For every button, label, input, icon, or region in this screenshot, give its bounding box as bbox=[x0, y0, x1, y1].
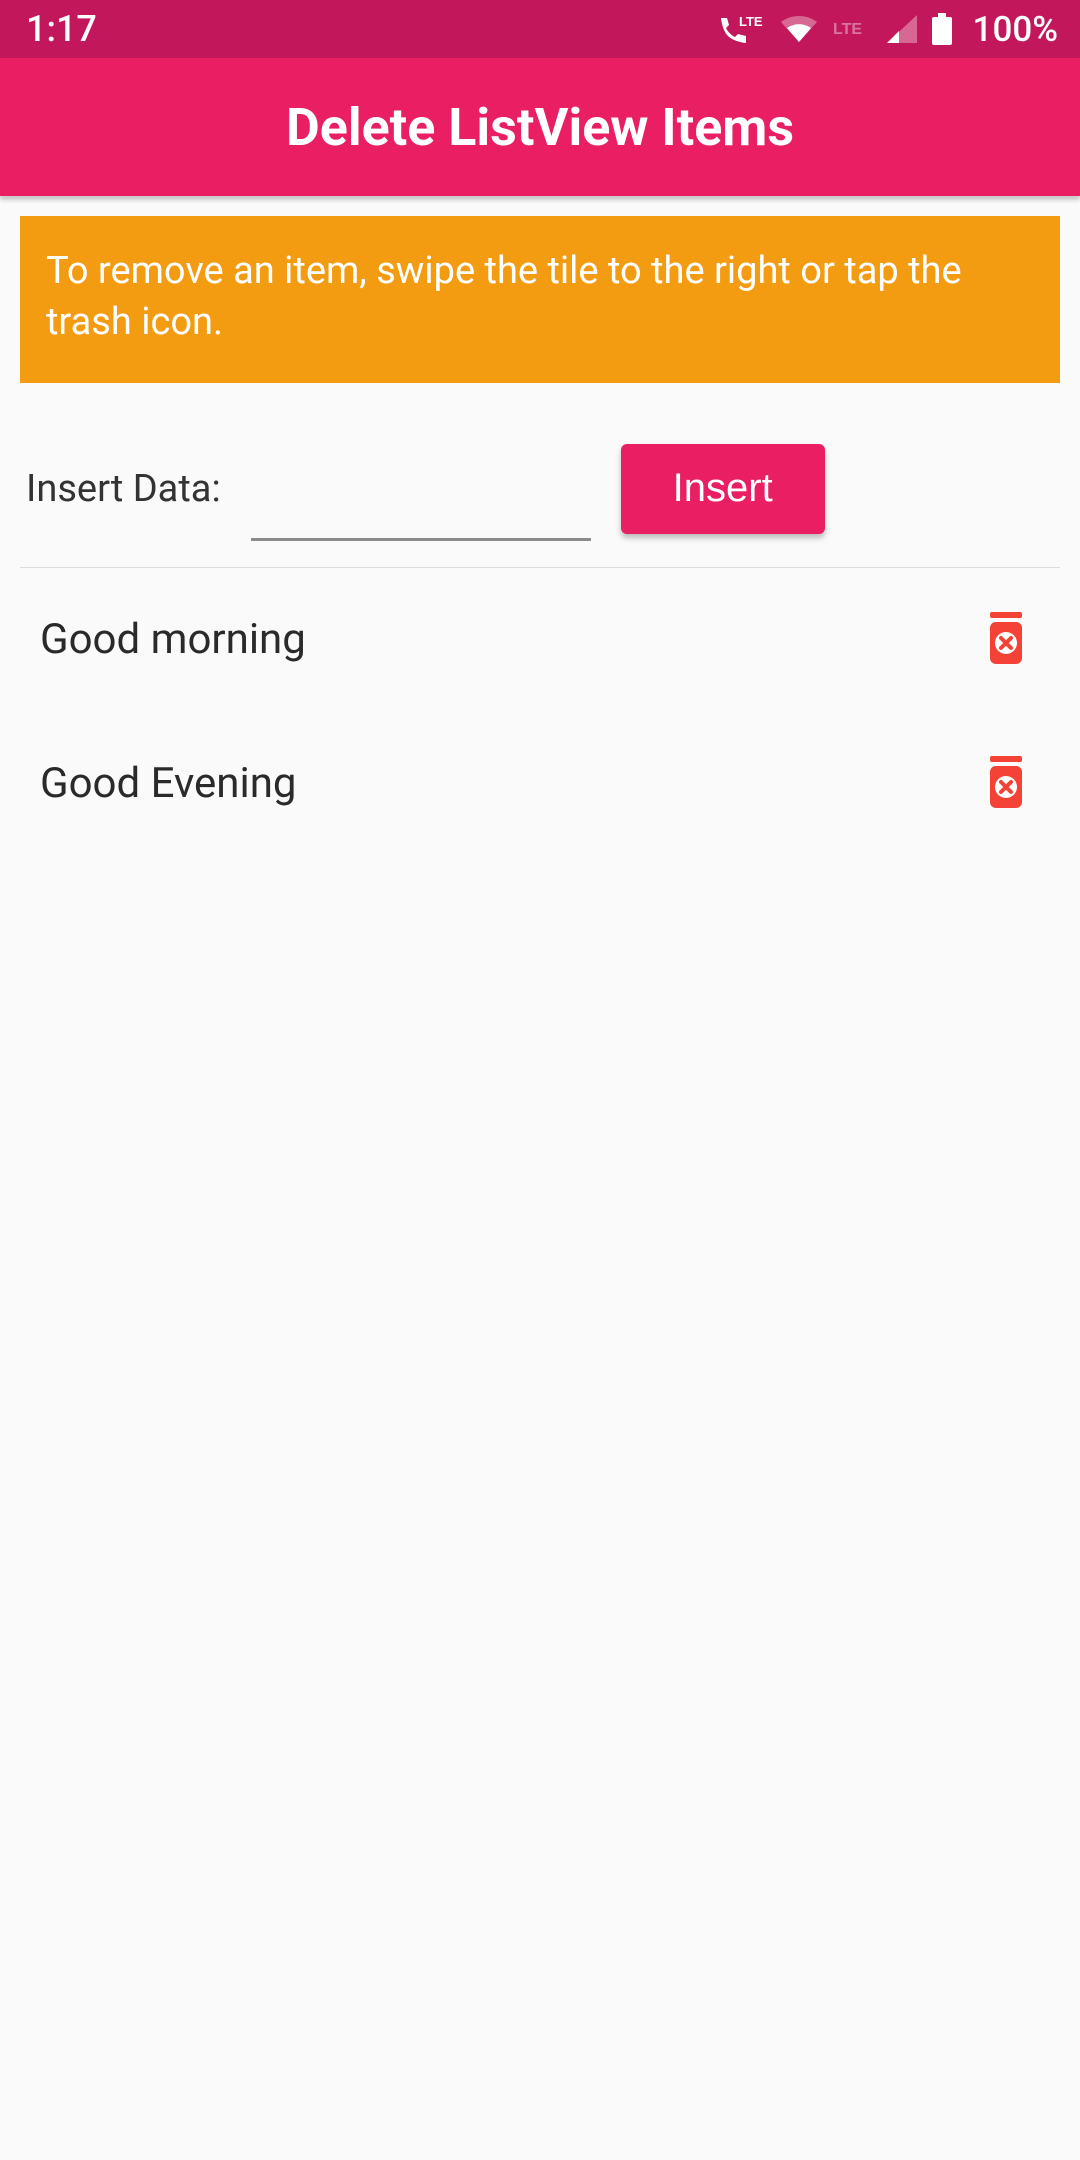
svg-text:LTE: LTE bbox=[833, 21, 862, 38]
trash-icon bbox=[982, 612, 1030, 668]
notice-text: To remove an item, swipe the tile to the… bbox=[46, 249, 962, 344]
app-bar: Delete ListView Items bbox=[0, 58, 1080, 196]
status-time: 1:17 bbox=[26, 8, 97, 50]
status-bar: 1:17 LTE LTE bbox=[0, 0, 1080, 58]
delete-button[interactable] bbox=[982, 756, 1030, 812]
call-lte-icon: LTE bbox=[715, 14, 765, 44]
status-right-cluster: LTE LTE bbox=[715, 9, 1058, 50]
trash-icon bbox=[982, 756, 1030, 812]
list-item[interactable]: Good morning bbox=[20, 568, 1060, 712]
lte-label-icon: LTE bbox=[833, 19, 873, 39]
svg-text:LTE: LTE bbox=[739, 14, 763, 29]
insert-button[interactable]: Insert bbox=[621, 444, 825, 534]
list-item[interactable]: Good Evening bbox=[20, 712, 1060, 856]
wifi-icon bbox=[779, 14, 819, 44]
insert-label: Insert Data: bbox=[26, 467, 221, 511]
app-title: Delete ListView Items bbox=[286, 97, 794, 158]
main-content: To remove an item, swipe the tile to the… bbox=[0, 196, 1080, 876]
list-item-label: Good morning bbox=[40, 615, 306, 664]
insert-row: Insert Data: Insert bbox=[20, 383, 1060, 568]
delete-button[interactable] bbox=[982, 612, 1030, 668]
insert-input[interactable] bbox=[251, 477, 591, 541]
list-item-label: Good Evening bbox=[40, 759, 297, 808]
list-view: Good morning Good Evening bbox=[20, 568, 1060, 856]
battery-percent: 100% bbox=[973, 9, 1058, 50]
signal-icon bbox=[887, 15, 917, 43]
notice-banner: To remove an item, swipe the tile to the… bbox=[20, 216, 1060, 383]
battery-icon bbox=[931, 13, 953, 45]
